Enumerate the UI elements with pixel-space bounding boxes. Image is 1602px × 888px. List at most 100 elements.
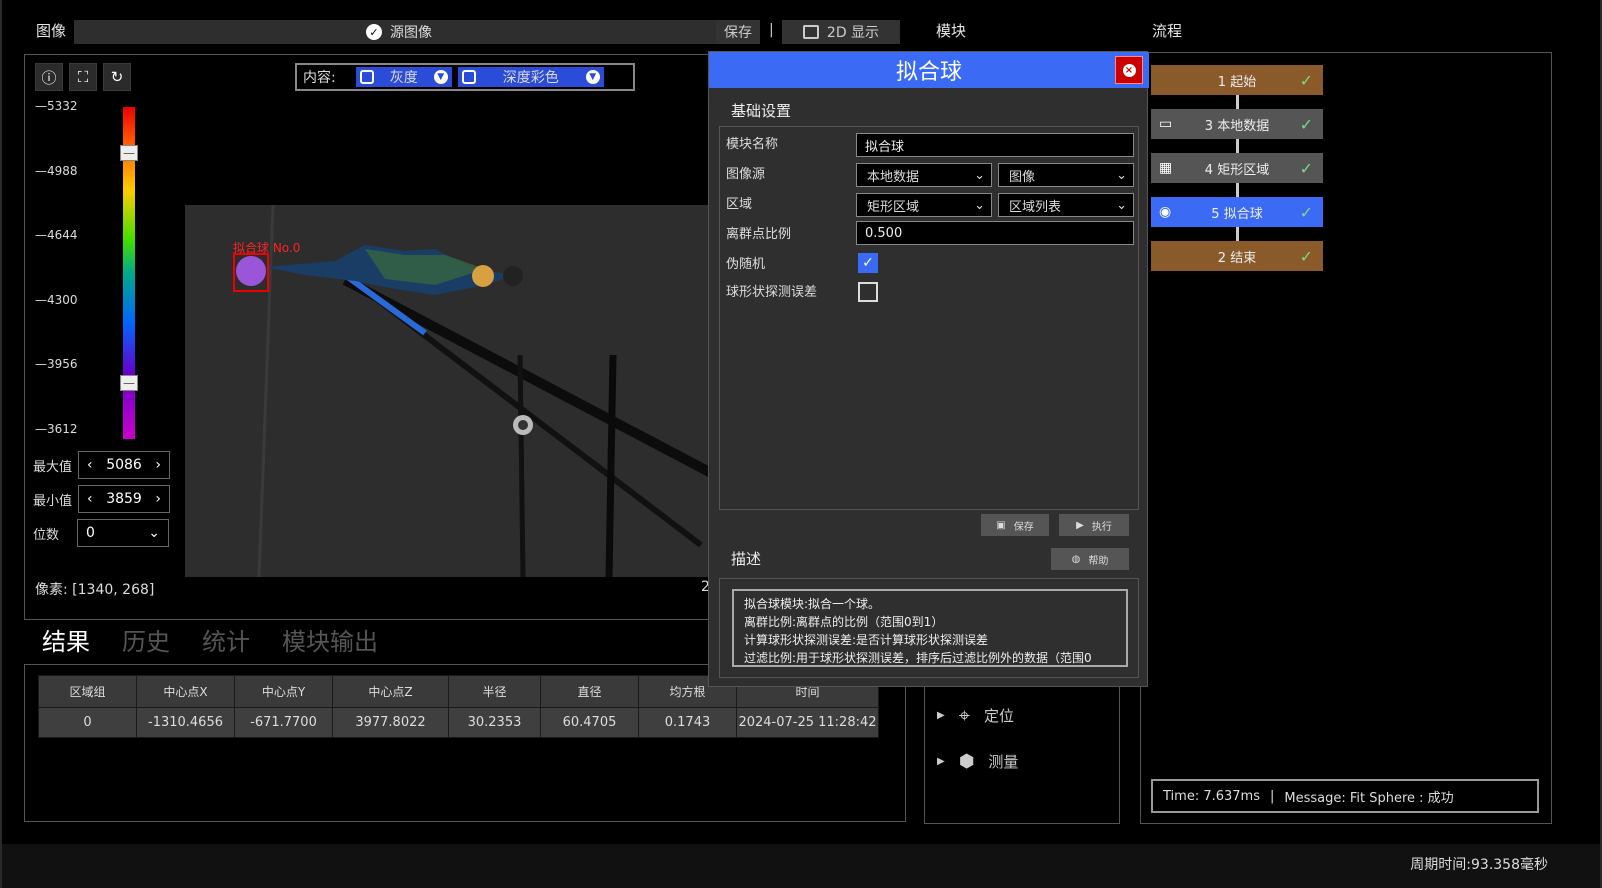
image-icon [802, 25, 819, 39]
chevron-right-icon[interactable]: › [155, 491, 161, 507]
chevron-down-icon: ⌄ [974, 167, 985, 183]
fit-sphere-overlay-label: 拟合球 No.0 [233, 241, 301, 255]
description-line: 过滤比例:用于球形状探测误差，排序后过滤比例外的数据（范围0 [744, 651, 1092, 665]
crosshair-icon: ⌖ [958, 703, 970, 727]
region-sub-value: 区域列表 [1009, 199, 1062, 215]
display-mode-button[interactable]: 2D 显示 [782, 20, 900, 44]
tab-statistics[interactable]: 统计 [202, 622, 250, 657]
min-value-spinner[interactable]: ‹ 3859 › [78, 485, 171, 513]
table-cell: 30.2353 [448, 707, 541, 738]
flow-connector [1236, 139, 1239, 153]
status-separator: | [1269, 788, 1275, 804]
chevron-right-icon[interactable]: › [155, 457, 161, 473]
region-list-dropdown[interactable]: 区域列表 ⌄ [998, 193, 1134, 217]
min-value: 3859 [106, 491, 142, 507]
max-slider-handle[interactable]: — [120, 145, 138, 161]
column-header[interactable]: 中心点Y [234, 675, 333, 708]
tab-module-output[interactable]: 模块输出 [282, 622, 378, 657]
flow-node-local-data[interactable]: ▭ 3 本地数据 ✓ [1151, 109, 1323, 139]
module-item-measure[interactable]: ▶ ⬢ 测量 [925, 751, 1119, 772]
table-row[interactable]: 0 -1310.4656 -671.7700 3977.8022 30.2353… [38, 707, 879, 738]
description-text[interactable]: 拟合球模块:拟合一个球。 离群比例:离群点的比例（范围0到1） 计算球形状探测误… [732, 589, 1128, 667]
check-icon: ✓ [1299, 70, 1313, 90]
chevron-left-icon[interactable]: ‹ [87, 491, 93, 507]
pseudo-random-checkbox[interactable]: ✓ [858, 253, 878, 273]
tab-history[interactable]: 历史 [122, 622, 170, 657]
refresh-icon[interactable]: ↻ [103, 63, 131, 91]
play-icon: ▶ [1076, 519, 1084, 531]
basic-settings-title: 基础设置 [731, 102, 792, 120]
chevron-down-icon: ▼ [585, 70, 600, 84]
gray-mode-select[interactable]: 灰度 ▼ [355, 67, 452, 87]
outlier-ratio-input[interactable]: 0.500 [856, 221, 1134, 245]
image-label: 图像 [36, 22, 67, 40]
flow-node-label: 5 拟合球 [1211, 206, 1263, 222]
digits-value: 0 [86, 525, 95, 541]
run-button[interactable]: ▶ 执行 [1059, 514, 1129, 536]
sphere-icon: ◉ [1159, 204, 1172, 220]
table-cell: 2024-07-25 11:28:42 [736, 707, 879, 738]
column-header[interactable]: 半径 [448, 675, 541, 708]
image-source-select[interactable]: ✓ 源图像 [74, 20, 724, 44]
description-line: 离群比例:离群点的比例（范围0到1） [744, 615, 944, 629]
shape-error-label: 球形状探测误差 [726, 285, 818, 300]
chevron-down-icon: ⌄ [148, 525, 160, 541]
fullscreen-icon[interactable]: ⛶ [69, 63, 97, 91]
column-header[interactable]: 直径 [540, 675, 639, 708]
module-name-input[interactable]: 拟合球 [856, 133, 1134, 157]
min-slider-handle[interactable]: — [120, 375, 138, 391]
run-label: 执行 [1091, 521, 1112, 533]
globe-icon: ◍ [1071, 553, 1081, 565]
chevron-down-icon: ⌄ [1116, 167, 1127, 183]
status-bar: Time: 7.637ms | Message: Fit Sphere : 成功 [1151, 779, 1539, 813]
table-cell: 0.1743 [638, 707, 737, 738]
close-button[interactable]: × [1115, 56, 1143, 84]
column-header[interactable]: 中心点X [136, 675, 235, 708]
fit-sphere-dialog: 拟合球 × 基础设置 模块名称 拟合球 图像源 本地数据 ⌄ 图像 ⌄ 区域 矩形区… [708, 51, 1149, 687]
image-sub-dropdown[interactable]: 图像 ⌄ [998, 163, 1134, 187]
help-button[interactable]: ◍ 帮助 [1051, 548, 1129, 570]
check-circle-icon: ✓ [366, 24, 382, 40]
scale-tick: —4988 [35, 164, 78, 178]
status-message: Message: Fit Sphere : 成功 [1284, 790, 1454, 806]
save-label: 保存 [1013, 521, 1034, 533]
gray-checkbox[interactable] [359, 70, 374, 84]
region-dropdown[interactable]: 矩形区域 ⌄ [856, 193, 992, 217]
flow-node-end[interactable]: 2 结束 ✓ [1151, 241, 1323, 271]
table-cell: -671.7700 [234, 707, 333, 738]
max-value-spinner[interactable]: ‹ 5086 › [78, 451, 171, 479]
cycle-time: 周期时间:93.358毫秒 [1410, 857, 1548, 873]
status-time: Time: 7.637ms [1163, 788, 1260, 804]
column-header[interactable]: 中心点Z [332, 675, 449, 708]
depth-image[interactable]: 拟合球 No.0 [185, 205, 715, 577]
check-icon: ✓ [1299, 202, 1313, 222]
expand-arrow-icon[interactable]: ▶ [937, 756, 945, 767]
min-row: 最小值 ‹ 3859 › [33, 485, 171, 513]
column-header[interactable]: 区域组 [38, 675, 137, 708]
tab-results[interactable]: 结果 [42, 622, 90, 657]
flow-node-start[interactable]: 1 起始 ✓ [1151, 65, 1323, 95]
check-icon: ✓ [1299, 246, 1313, 266]
save-button[interactable]: ▣ 保存 [981, 514, 1049, 536]
flow-connector [1236, 227, 1239, 241]
flow-node-rect-region[interactable]: ▦ 4 矩形区域 ✓ [1151, 153, 1323, 183]
scale-tick: —3956 [35, 357, 78, 371]
image-source-dropdown[interactable]: 本地数据 ⌄ [856, 163, 992, 187]
save-icon: ▣ [996, 519, 1006, 531]
depth-checkbox[interactable] [461, 70, 476, 84]
description-line: 拟合球模块:拟合一个球。 [744, 597, 881, 611]
depth-mode-select[interactable]: 深度彩色 ▼ [457, 67, 604, 87]
flow-panel: 1 起始 ✓ ▭ 3 本地数据 ✓ ▦ 4 矩形区域 ✓ ◉ 5 拟合球 ✓ 2 结束 ✓ Ti… [1140, 52, 1552, 824]
pseudo-random-label: 伪随机 [726, 257, 766, 272]
save-image-button[interactable]: 保存 [716, 20, 760, 44]
source-value: 本地数据 [867, 169, 920, 185]
chevron-left-icon[interactable]: ‹ [87, 457, 93, 473]
flow-node-fit-sphere[interactable]: ◉ 5 拟合球 ✓ [1151, 197, 1323, 227]
expand-arrow-icon[interactable]: ▶ [937, 710, 945, 721]
shape-error-checkbox[interactable] [858, 282, 878, 302]
scale-tick: —3612 [35, 422, 78, 436]
digits-select[interactable]: 0 ⌄ [77, 519, 169, 547]
module-item-locate[interactable]: ▶ ⌖ 定位 [925, 703, 1119, 727]
name-label: 模块名称 [726, 137, 779, 152]
info-icon[interactable]: ⓘ [35, 63, 63, 91]
